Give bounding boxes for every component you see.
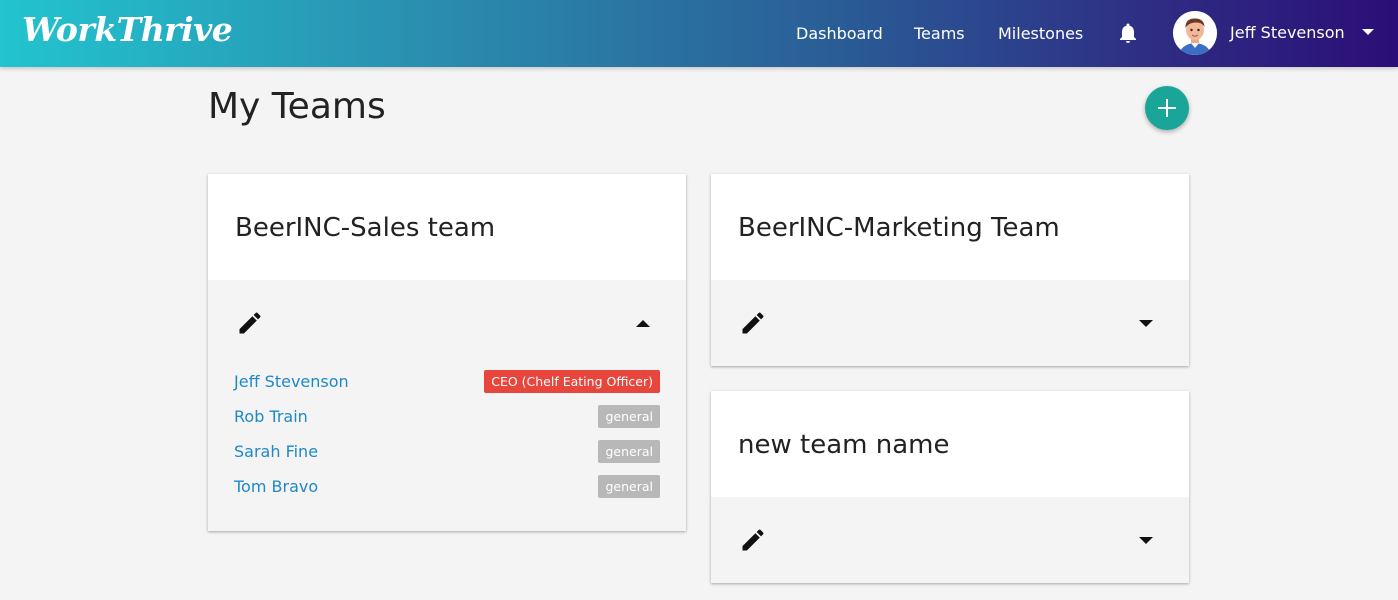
app-logo[interactable]: WorkThrive [22,10,233,49]
member-row: Rob Train general [234,405,660,429]
team-card-body: Jeff Stevenson CEO (Chelf Eating Officer… [208,280,686,531]
user-name-menu[interactable]: Jeff Stevenson [1230,23,1345,42]
team-card-header: new team name [711,391,1189,497]
team-card-body [711,280,1189,366]
role-badge: CEO (Chelf Eating Officer) [484,370,660,393]
pencil-icon[interactable] [739,309,767,337]
team-name: BeerINC-Marketing Team [738,213,1060,243]
caret-down-icon [1139,537,1153,544]
team-name: BeerINC-Sales team [235,213,496,243]
team-card: BeerINC-Sales team Jeff Stevenson CEO (C… [208,174,686,531]
member-name-link[interactable]: Rob Train [234,407,308,426]
team-card: new team name [711,391,1189,583]
member-name-link[interactable]: Tom Bravo [234,477,318,496]
nav-link-dashboard[interactable]: Dashboard [796,24,883,43]
role-badge: general [598,405,660,428]
member-name-link[interactable]: Jeff Stevenson [234,372,349,391]
pencil-icon[interactable] [236,309,264,337]
expand-toggle[interactable] [1139,535,1153,545]
member-row: Sarah Fine general [234,440,660,464]
nav-link-milestones[interactable]: Milestones [998,24,1083,43]
user-avatar[interactable] [1173,11,1217,55]
team-card-header: BeerINC-Sales team [208,174,686,280]
top-navbar: WorkThrive Dashboard Teams Milestones Je… [0,0,1398,67]
add-team-button[interactable] [1145,86,1189,130]
member-row: Jeff Stevenson CEO (Chelf Eating Officer… [234,370,660,394]
page-title: My Teams [208,86,386,127]
role-badge: general [598,475,660,498]
collapse-toggle[interactable] [636,318,650,328]
role-badge: general [598,440,660,463]
caret-up-icon [636,320,650,327]
team-card-header: BeerINC-Marketing Team [711,174,1189,280]
caret-down-icon [1139,320,1153,327]
team-card: BeerINC-Marketing Team [711,174,1189,366]
member-row: Tom Bravo general [234,475,660,499]
caret-down-icon[interactable] [1362,29,1374,35]
member-name-link[interactable]: Sarah Fine [234,442,318,461]
expand-toggle[interactable] [1139,318,1153,328]
team-card-body [711,497,1189,583]
nav-link-teams[interactable]: Teams [914,24,965,43]
team-name: new team name [738,430,950,460]
pencil-icon[interactable] [739,526,767,554]
bell-icon[interactable] [1116,21,1140,45]
